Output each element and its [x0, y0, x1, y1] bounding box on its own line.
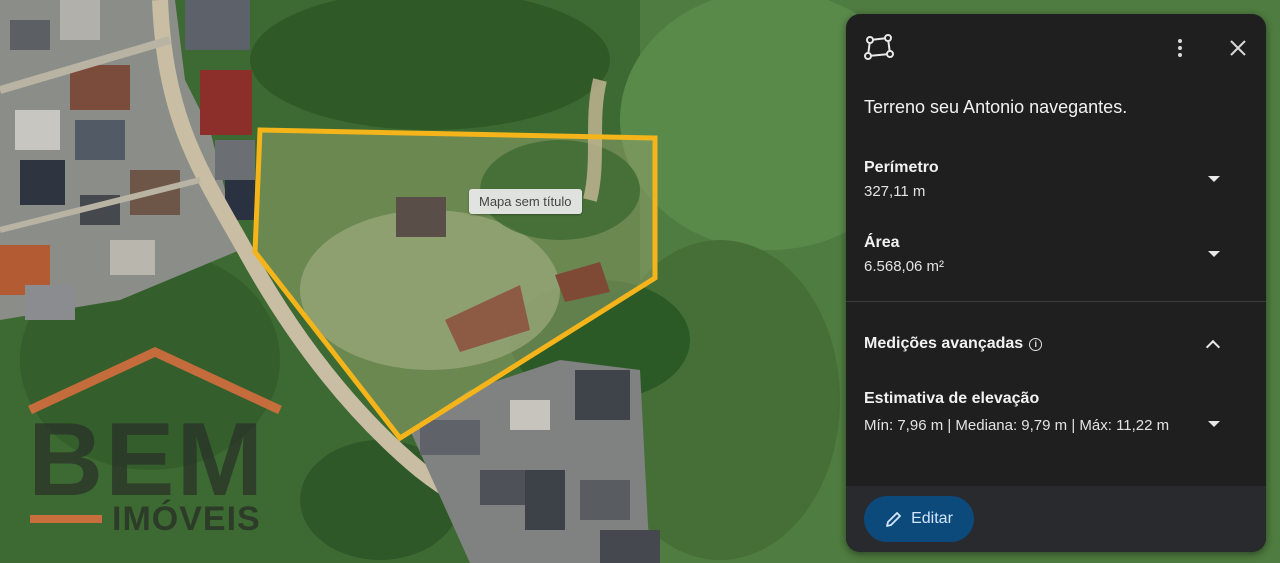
- map-title-label[interactable]: Mapa sem título: [469, 189, 582, 214]
- perimeter-label: Perímetro: [864, 159, 939, 176]
- chevron-down-icon[interactable]: [1208, 176, 1220, 182]
- elevation-value: Mín: 7,96 m | Mediana: 9,79 m | Máx: 11,…: [864, 417, 1170, 434]
- more-options-icon[interactable]: [1168, 36, 1192, 60]
- advanced-measurements-toggle[interactable]: Medições avançadas i: [864, 335, 1043, 353]
- close-icon[interactable]: [1226, 36, 1250, 60]
- area-value: 6.568,06 m²: [864, 258, 945, 275]
- perimeter-value: 327,11 m: [864, 183, 926, 200]
- panel-header: [846, 14, 1266, 78]
- advanced-measurements-label: Medições avançadas: [864, 335, 1024, 352]
- info-icon[interactable]: i: [1029, 338, 1043, 351]
- chevron-down-icon[interactable]: [1208, 421, 1220, 427]
- area-section[interactable]: Área 6.568,06 m²: [864, 234, 1248, 275]
- measurement-panel: Terreno seu Antonio navegantes. Perímetr…: [846, 14, 1266, 552]
- edit-button-label: Editar: [911, 510, 953, 527]
- section-divider: [846, 301, 1266, 302]
- elevation-label: Estimativa de elevação: [864, 390, 1040, 407]
- polygon-measure-icon: [864, 34, 894, 60]
- measurement-title: Terreno seu Antonio navegantes.: [864, 97, 1128, 117]
- pencil-icon: [886, 512, 901, 527]
- perimeter-section[interactable]: Perímetro 327,11 m: [864, 159, 1248, 200]
- area-label: Área: [864, 234, 900, 251]
- watermark-accent-line: [30, 515, 102, 523]
- edit-button[interactable]: Editar: [864, 496, 974, 542]
- watermark-logo-subtext: IMÓVEIS: [112, 500, 261, 538]
- panel-footer: Editar: [846, 486, 1266, 552]
- watermark-logo-text: BEM: [28, 402, 266, 518]
- chevron-down-icon[interactable]: [1208, 251, 1220, 257]
- chevron-up-icon[interactable]: [1205, 339, 1221, 355]
